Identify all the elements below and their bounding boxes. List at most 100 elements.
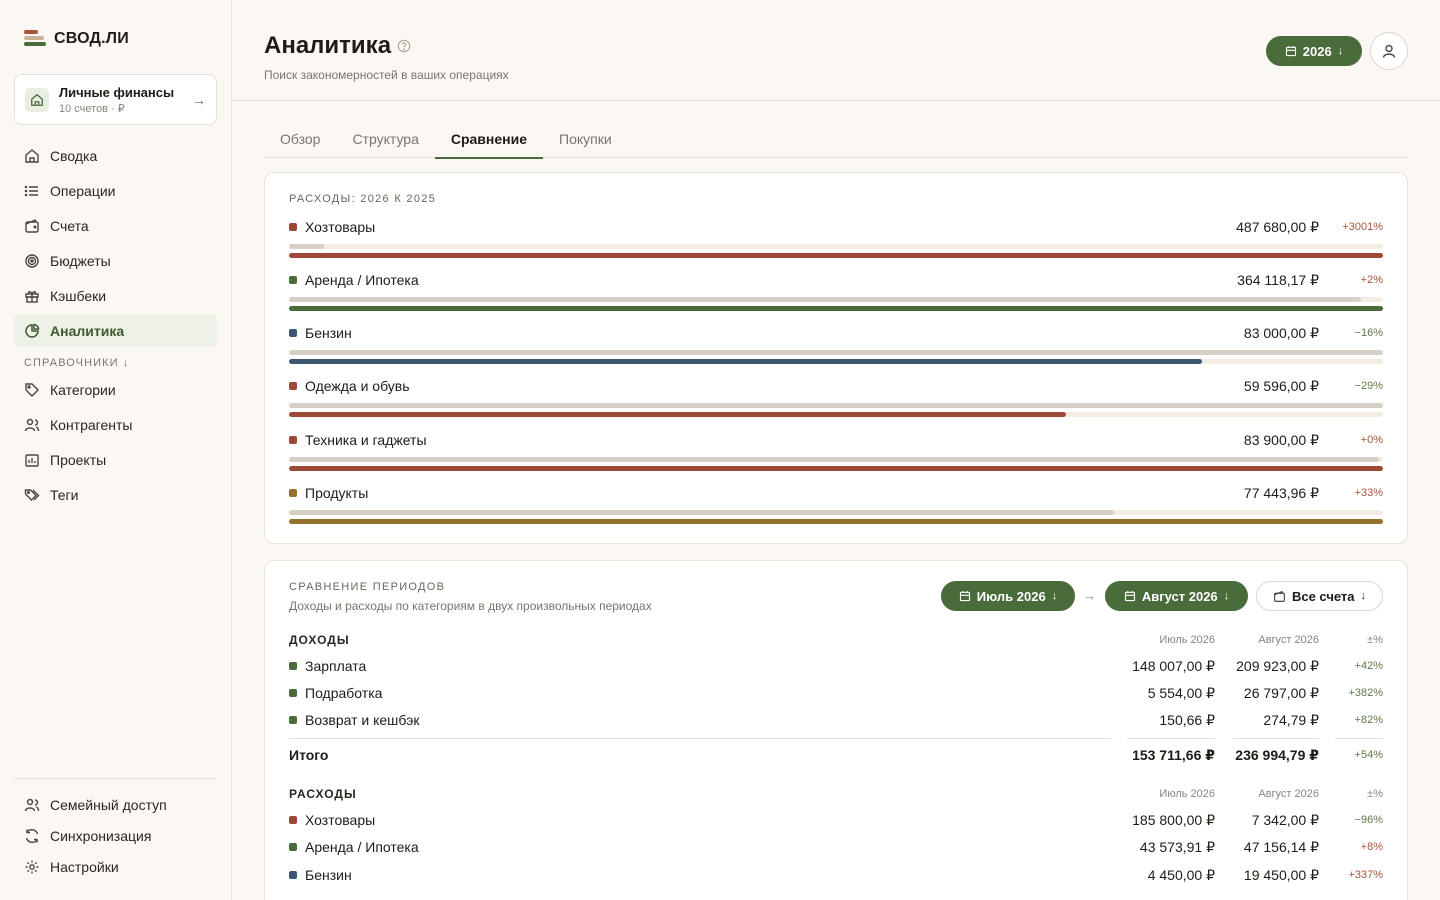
category-color-dot	[289, 662, 297, 670]
sidebar-item-label: Проекты	[50, 451, 107, 468]
sidebar-item-label: Кэшбеки	[50, 287, 107, 304]
income-total-row: Итого 153 711,66 ₽ 236 994,79 ₽ +54%	[289, 745, 1383, 765]
main-nav: Сводка Операции Счета Бюджеты Кэшбеки Ан…	[14, 139, 217, 513]
previous-year-bar	[289, 350, 1383, 355]
arrow-down-icon: ↓	[1051, 590, 1058, 602]
col-period-b: Август 2026	[1258, 634, 1319, 646]
workspace-subtitle: 10 счетов · ₽	[59, 102, 125, 115]
category-color-dot	[289, 689, 297, 697]
period-b-value: 19 450,00 ₽	[1243, 866, 1319, 883]
wallet-icon	[1274, 590, 1285, 602]
category-name: Продукты	[305, 485, 369, 501]
change-pct: +42%	[1354, 660, 1383, 672]
tab-comparison[interactable]: Сравнение	[434, 124, 544, 159]
previous-year-track	[289, 403, 1383, 408]
category-change-pct: +0%	[1360, 434, 1383, 446]
table-row[interactable]: Хозтовары 185 800,00 ₽7 342,00 ₽ −96%	[289, 810, 1383, 830]
sidebar-item-budgets[interactable]: Бюджеты	[14, 244, 217, 277]
category-change-pct: +2%	[1360, 274, 1383, 286]
period-a-label: Июль 2026	[976, 588, 1046, 604]
table-row[interactable]: Зарплата 148 007,00 ₽209 923,00 ₽ +42%	[289, 656, 1383, 676]
period-b-value: 7 342,00 ₽	[1251, 811, 1319, 828]
arrow-right-icon: →	[192, 91, 206, 108]
period-b-value: 209 923,00 ₽	[1236, 657, 1319, 674]
period-a-value: 43 573,91 ₽	[1139, 838, 1215, 855]
target-icon	[25, 253, 39, 268]
sidebar-item-accounts[interactable]: Счета	[14, 209, 217, 242]
sidebar-item-settings[interactable]: Настройки	[14, 852, 217, 881]
sync-icon	[25, 828, 39, 843]
total-divider	[1335, 738, 1383, 739]
sidebar-item-counterparties[interactable]: Контрагенты	[14, 408, 217, 441]
current-year-track	[289, 519, 1383, 524]
current-year-track	[289, 306, 1383, 311]
tab-overview[interactable]: Обзор	[264, 124, 336, 158]
current-year-bar	[289, 466, 1383, 471]
project-icon	[25, 453, 39, 467]
arrow-down-icon: ↓	[1360, 590, 1367, 602]
comparison-row[interactable]: Хозтовары 487 680,00 ₽ +3001%	[289, 217, 1383, 258]
period-b-select[interactable]: Август 2026 ↓	[1105, 581, 1248, 611]
page-header: Аналитика Поиск закономерностей в ваших …	[232, 0, 1440, 101]
current-year-track	[289, 359, 1383, 364]
gift-icon	[25, 290, 39, 303]
pie-chart-icon	[25, 323, 40, 338]
accounts-select[interactable]: Все счета ↓	[1256, 581, 1383, 611]
current-year-bar	[289, 412, 1066, 417]
category-amount: 83 900,00 ₽	[1243, 431, 1319, 448]
sidebar-item-sync[interactable]: Синхронизация	[14, 821, 217, 850]
period-a-value: 148 007,00 ₽	[1132, 657, 1215, 674]
period-comparison-card: Сравнение периодов Доходы и расходы по к…	[264, 560, 1408, 900]
category-name: Бензин	[305, 325, 352, 341]
previous-year-track	[289, 350, 1383, 355]
calendar-icon	[1285, 46, 1296, 57]
sidebar-item-operations[interactable]: Операции	[14, 174, 217, 207]
category-amount: 59 596,00 ₽	[1243, 377, 1319, 394]
sidebar-item-summary[interactable]: Сводка	[14, 139, 217, 172]
comparison-row[interactable]: Техника и гаджеты 83 900,00 ₽ +0%	[289, 430, 1383, 471]
sidebar-item-family[interactable]: Семейный доступ	[14, 790, 217, 819]
period-a-select[interactable]: Июль 2026 ↓	[941, 581, 1075, 611]
total-divider	[289, 738, 1111, 739]
category-change-pct: −16%	[1354, 327, 1383, 339]
sidebar-item-categories[interactable]: Категории	[14, 373, 217, 406]
family-icon	[24, 798, 40, 811]
table-row[interactable]: Возврат и кешбэк 150,66 ₽274,79 ₽ +82%	[289, 710, 1383, 730]
category-change-pct: +3001%	[1342, 221, 1383, 233]
comparison-row[interactable]: Одежда и обувь 59 596,00 ₽ −29%	[289, 376, 1383, 417]
category-color-dot	[289, 871, 297, 879]
table-row[interactable]: Бензин 4 450,00 ₽19 450,00 ₽ +337%	[289, 865, 1383, 885]
workspace-switcher[interactable]: Личные финансы 10 счетов · ₽ →	[14, 74, 217, 125]
year-select-button[interactable]: 2026 ↓	[1266, 36, 1362, 66]
user-avatar[interactable]	[1370, 32, 1408, 70]
sidebar-item-analytics[interactable]: Аналитика	[14, 314, 217, 347]
table-row[interactable]: Подработка 5 554,00 ₽26 797,00 ₽ +382%	[289, 683, 1383, 703]
sidebar-item-projects[interactable]: Проекты	[14, 443, 217, 476]
tag-icon	[25, 382, 39, 397]
tab-structure[interactable]: Структура	[336, 124, 434, 158]
col-period-a: Июль 2026	[1159, 634, 1215, 646]
sidebar-item-label: Сводка	[50, 147, 98, 164]
accounts-label: Все счета	[1291, 588, 1355, 604]
help-icon[interactable]	[397, 39, 411, 53]
sidebar-item-label: Синхронизация	[50, 827, 152, 844]
home-icon	[25, 148, 39, 163]
comparison-row[interactable]: Аренда / Ипотека 364 118,17 ₽ +2%	[289, 270, 1383, 311]
refs-section-label[interactable]: Справочники ↓	[14, 357, 217, 369]
sidebar-item-cashbacks[interactable]: Кэшбеки	[14, 279, 217, 312]
sidebar-item-label: Операции	[50, 182, 116, 199]
comparison-row[interactable]: Бензин 83 000,00 ₽ −16%	[289, 323, 1383, 364]
previous-year-bar	[289, 244, 324, 249]
col-period-b: Август 2026	[1258, 788, 1319, 800]
category-change-pct: +33%	[1354, 487, 1383, 499]
wallet-icon	[25, 218, 39, 233]
logo[interactable]: СВОД.ЛИ	[24, 30, 129, 48]
comparison-row[interactable]: Продукты 77 443,96 ₽ +33%	[289, 483, 1383, 524]
sidebar-item-tags[interactable]: Теги	[14, 478, 217, 511]
total-pct: +54%	[1354, 749, 1383, 761]
category-color-dot	[289, 816, 297, 824]
tab-purchases[interactable]: Покупки	[543, 124, 628, 158]
table-row[interactable]: Аренда / Ипотека 43 573,91 ₽47 156,14 ₽ +8…	[289, 837, 1383, 857]
change-pct: +382%	[1348, 687, 1383, 699]
category-color-dot	[289, 489, 297, 497]
